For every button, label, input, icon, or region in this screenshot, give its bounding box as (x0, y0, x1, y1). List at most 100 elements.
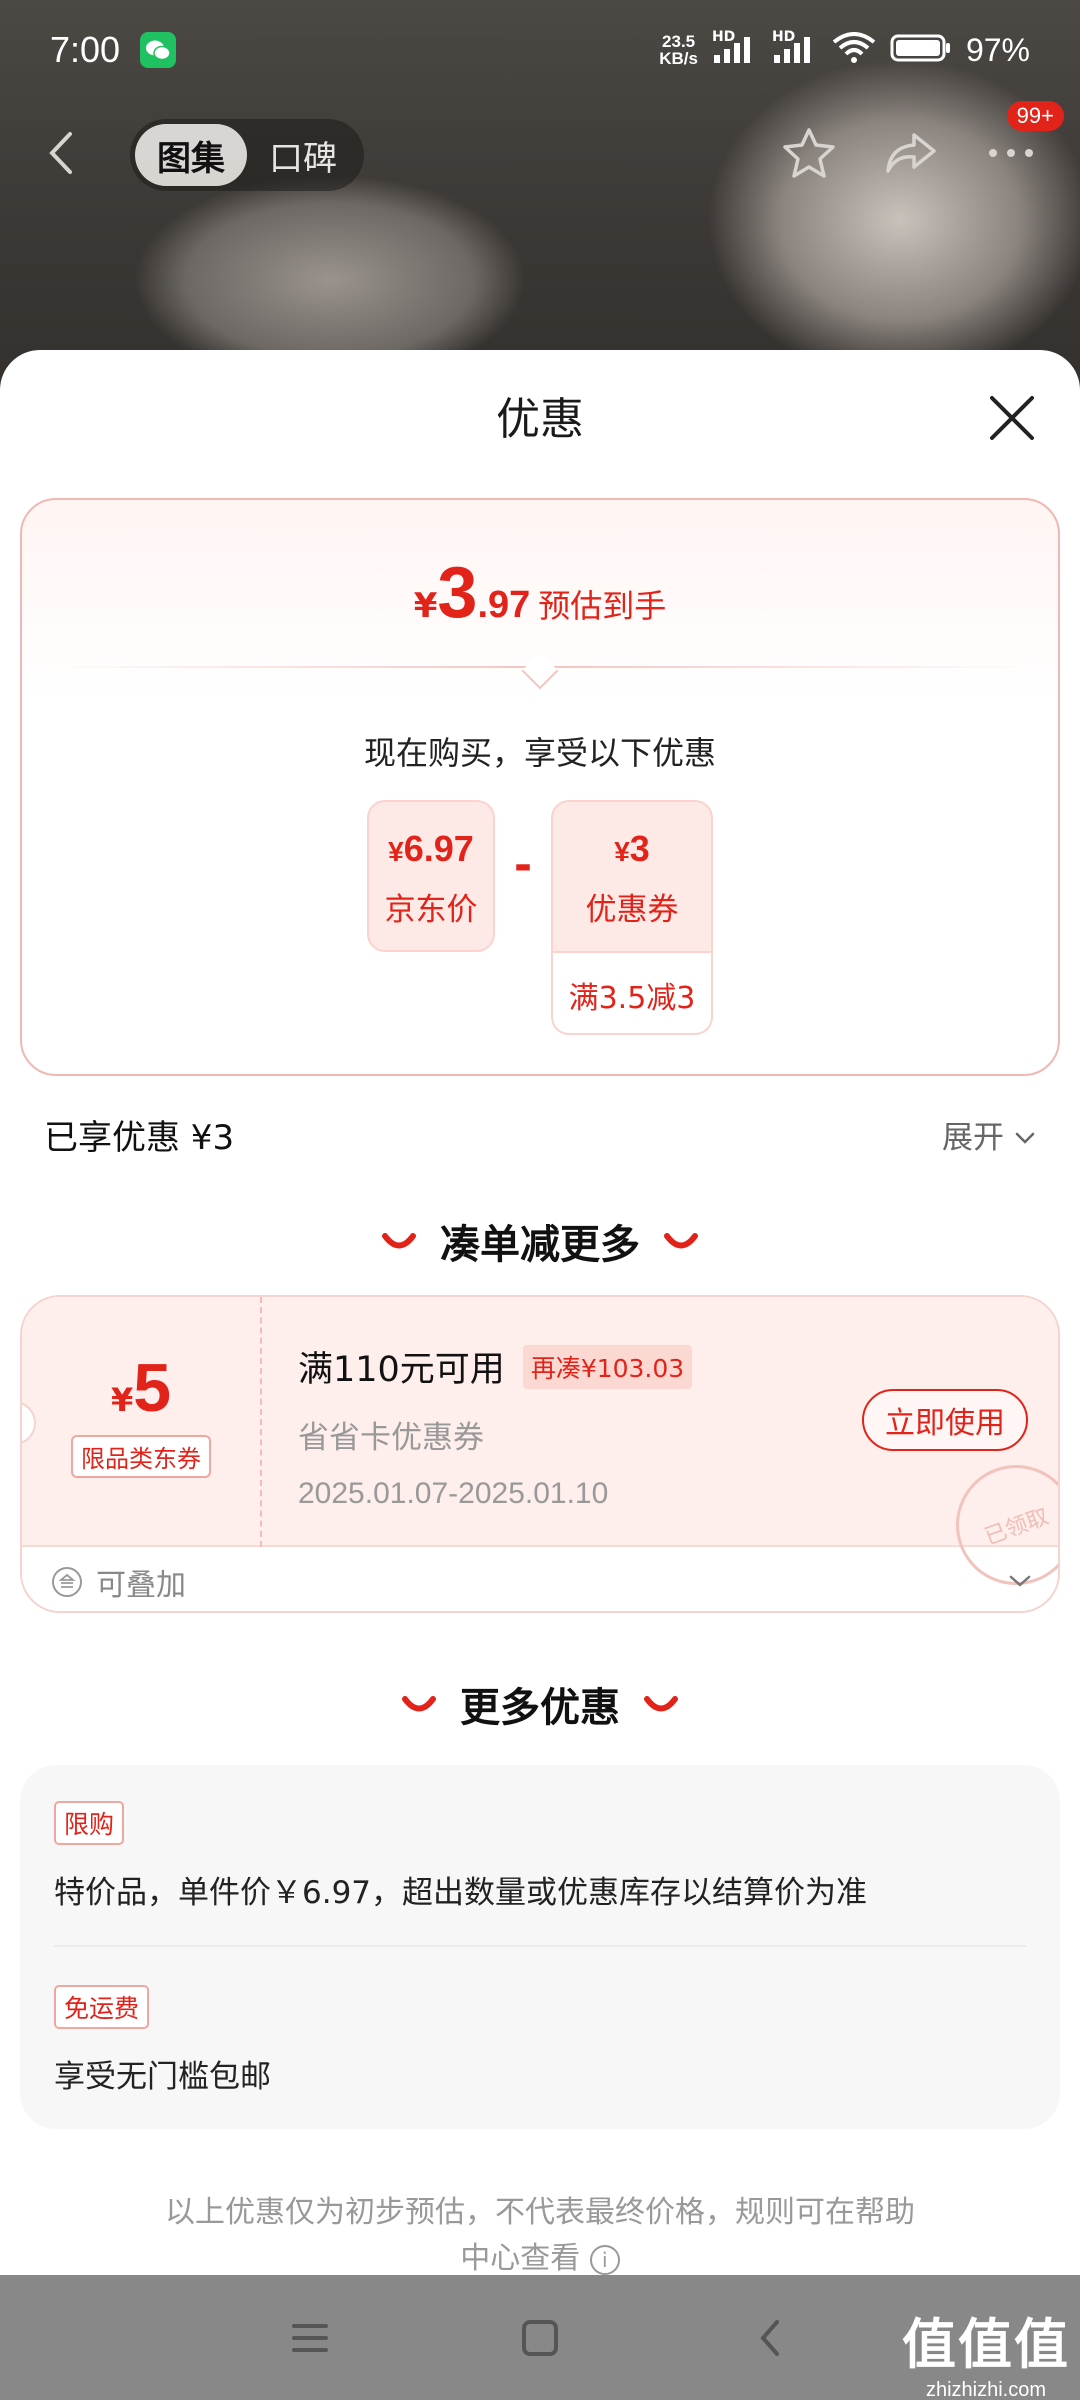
info-icon[interactable]: i (589, 2244, 620, 2275)
signal-icon: HD (712, 29, 758, 65)
offer-divider (54, 1945, 1026, 1947)
expand-button[interactable]: 展开 (942, 1112, 1036, 1157)
use-now-button[interactable]: 立即使用 (862, 1389, 1028, 1451)
hd-label: HD (711, 29, 736, 45)
price-formula: ¥6.97 京东价 - ¥3 优惠券 满3.5减3 (22, 800, 1058, 1035)
status-bar: 7:00 23.5 KB/s HD HD 97% (0, 0, 1080, 100)
jd-price-label: 京东价 (384, 892, 478, 928)
stackable-label: 可叠加 (96, 1568, 186, 1603)
tab-gallery[interactable]: 图集 (135, 124, 247, 186)
now-buy-text: 现在购买，享受以下优惠 (363, 734, 716, 772)
disclaimer: 以上优惠仅为初步预估，不代表最终价格，规则可在帮助 中心查看 i (0, 2190, 1080, 2282)
section-title-text: 更多优惠 (460, 1685, 620, 1731)
stackable-row[interactable]: 可叠加 (52, 1553, 1032, 1611)
chevron-down-icon (1008, 1573, 1032, 1592)
offer-item: 免运费 享受无门槛包邮 (54, 1985, 271, 2096)
disclaimer-line-1: 以上优惠仅为初步预估，不代表最终价格，规则可在帮助 (165, 2195, 915, 2230)
enjoyed-discount-row: 已享优惠 ¥3 展开 (44, 1110, 1036, 1159)
signal-icon-2: HD (772, 29, 818, 65)
coupon-price-currency: ¥ (614, 836, 630, 867)
coupon-details: 满110元可用 再凑¥103.03 省省卡优惠券 2025.01.07-2025… (298, 1341, 693, 1511)
coupon-price-box: ¥3 优惠券 满3.5减3 (551, 800, 713, 1035)
estimated-price: ¥3.97 预估到手 (22, 552, 1058, 634)
coupon-price-label: 优惠券 (585, 892, 679, 928)
message-count-badge: 99+ (1006, 101, 1064, 131)
wifi-icon (832, 32, 876, 68)
offer-text: 特价品，单件价￥6.97，超出数量或优惠库存以结算价为准 (54, 1875, 868, 1911)
coupon-currency: ¥ (110, 1381, 134, 1419)
coupon-type-tag: 限品类东券 (71, 1435, 211, 1478)
smile-decoration-icon (402, 1696, 436, 1712)
sheet-title: 优惠 (496, 394, 584, 445)
battery-percent: 97% (965, 31, 1030, 68)
offer-tag: 免运费 (54, 1985, 150, 2029)
favorite-star-icon[interactable] (782, 127, 836, 183)
back-nav-button[interactable] (655, 2318, 885, 2358)
estimate-integer: 3 (437, 553, 478, 633)
wechat-icon (140, 32, 177, 68)
section-title-text: 凑单减更多 (440, 1222, 640, 1268)
coupon-body: ¥5 限品类东券 满110元可用 再凑¥103.03 省省卡优惠券 2025.0… (22, 1297, 1058, 1602)
enjoyed-discount-text: 已享优惠 ¥3 (44, 1118, 235, 1158)
battery-icon (890, 33, 952, 67)
offer-tag: 限购 (54, 1801, 125, 1845)
status-indicators: 23.5 KB/s HD HD 97% (659, 29, 1030, 69)
divider-notch (521, 652, 559, 690)
watermark-url: zhizhizhi.com (925, 2379, 1047, 2400)
jd-price-box: ¥6.97 京东价 (367, 800, 495, 952)
price-summary-card: ¥3.97 预估到手 现在购买，享受以下优惠 ¥6.97 京东价 - ¥3 优惠券… (20, 498, 1060, 1076)
network-speed: 23.5 KB/s (659, 33, 698, 67)
coupon-kind: 省省卡优惠券 (298, 1420, 484, 1456)
watermark-logo-text: 值值值 (902, 2313, 1070, 2376)
smile-decoration-icon (644, 1696, 678, 1712)
offer-text: 享受无门槛包邮 (54, 2059, 271, 2095)
more-offers-card: 限购 特价品，单件价￥6.97，超出数量或优惠库存以结算价为准 免运费 享受无门… (20, 1765, 1060, 2129)
minus-sign: - (513, 840, 533, 891)
more-menu-icon[interactable] (986, 143, 1036, 167)
estimate-currency: ¥ (413, 586, 438, 626)
coupon-date-range: 2025.01.07-2025.01.10 (298, 1477, 609, 1510)
menu-icon (292, 2323, 328, 2352)
gallery-review-switch: 图集 口碑 (130, 119, 364, 191)
back-icon[interactable] (44, 128, 80, 182)
discount-sheet: 优惠 ¥3.97 预估到手 现在购买，享受以下优惠 ¥6.97 京东价 - ¥3 … (0, 350, 1080, 2276)
coupon-card: ¥5 限品类东券 满110元可用 再凑¥103.03 省省卡优惠券 2025.0… (20, 1295, 1060, 1613)
back-triangle-icon (760, 2319, 779, 2356)
site-watermark: 值值值 zhizhizhi.com (902, 2300, 1070, 2400)
smile-decoration-icon (664, 1233, 698, 1249)
nav-actions: 99+ (782, 101, 1064, 183)
home-nav-button[interactable] (425, 2318, 655, 2358)
coupon-amount: ¥5 (22, 1349, 260, 1427)
jd-price-currency: ¥ (388, 836, 404, 867)
status-time: 7:00 (50, 29, 121, 70)
coupon-amount-section: ¥5 限品类东券 (22, 1297, 262, 1547)
smile-decoration-icon (382, 1233, 416, 1249)
coupon-price-amount: ¥3 (553, 802, 711, 870)
home-square-icon (522, 2319, 558, 2356)
disclaimer-line-2: 中心查看 (460, 2241, 581, 2276)
stackable-icon (52, 1567, 82, 1597)
menu-nav-button[interactable] (195, 2320, 425, 2356)
estimate-decimal: .97 (477, 584, 531, 626)
section-title-more-offers: 更多优惠 (0, 1675, 1080, 1733)
chevron-down-icon (1014, 1117, 1036, 1153)
coupon-amount-value: 5 (133, 1350, 172, 1426)
top-navigation: 图集 口碑 99+ (0, 101, 1080, 195)
jd-price-value: 6.97 (403, 828, 474, 869)
close-icon[interactable] (984, 390, 1040, 446)
sheet-header: 优惠 (0, 350, 1080, 480)
coupon-condition: 满3.5减3 (553, 951, 711, 1033)
tab-reviews[interactable]: 口碑 (247, 124, 359, 186)
offer-item: 限购 特价品，单件价￥6.97，超出数量或优惠库存以结算价为准 (54, 1801, 867, 1912)
network-speed-unit: KB/s (659, 49, 698, 68)
jd-price-amount: ¥6.97 (369, 802, 493, 870)
coupon-price-value: 3 (629, 828, 650, 869)
share-icon[interactable] (884, 129, 938, 181)
coupon-condition-text: 满110元可用 (298, 1350, 505, 1390)
hd-label-2: HD (771, 29, 796, 45)
section-title-more-deals: 凑单减更多 (0, 1212, 1080, 1270)
network-speed-value: 23.5 (662, 32, 696, 51)
expand-label: 展开 (942, 1120, 1004, 1156)
estimate-label: 预估到手 (538, 587, 667, 625)
add-more-badge: 再凑¥103.03 (522, 1344, 693, 1389)
